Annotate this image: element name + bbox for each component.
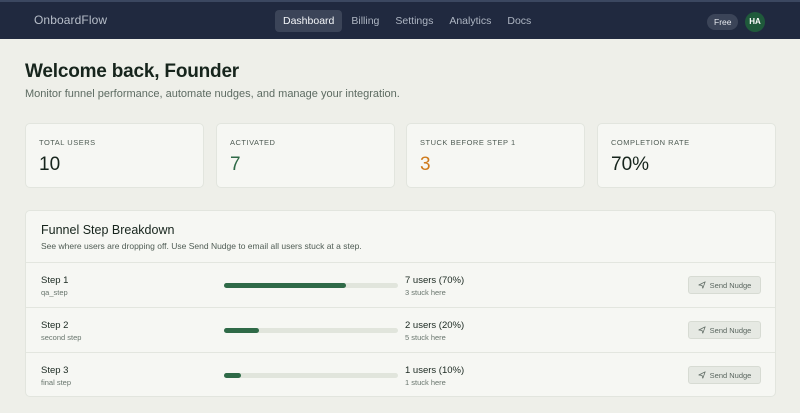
step-progress-fill — [224, 373, 242, 378]
send-nudge-label: Send Nudge — [709, 370, 752, 380]
stat-value: 7 — [230, 154, 241, 175]
stat-card-activated: ACTIVATED 7 — [216, 123, 395, 188]
step-stuck-count: 5 stuck here — [405, 333, 446, 342]
funnel-breakdown-title: Funnel Step Breakdown — [41, 223, 175, 237]
send-icon — [698, 326, 706, 334]
stat-value: 70% — [611, 154, 650, 175]
nav-analytics[interactable]: Analytics — [442, 10, 498, 32]
nav-settings[interactable]: Settings — [388, 10, 440, 32]
send-nudge-button[interactable]: Send Nudge — [688, 321, 761, 339]
stat-card-total-users: TOTAL USERS 10 — [25, 123, 204, 188]
stat-value: 10 — [39, 154, 61, 175]
step-name: Step 1 — [41, 275, 69, 286]
send-nudge-label: Send Nudge — [709, 280, 752, 290]
step-progress-track — [224, 328, 398, 333]
step-user-count: 1 users (10%) — [405, 365, 465, 376]
send-icon — [698, 371, 706, 379]
funnel-step-row: Step 1 qa_step 7 users (70%) 3 stuck her… — [26, 262, 775, 307]
step-progress-track — [224, 283, 398, 288]
step-progress-fill — [224, 328, 259, 333]
step-stuck-count: 3 stuck here — [405, 288, 446, 297]
step-stuck-count: 1 stuck here — [405, 378, 446, 387]
step-name: Step 3 — [41, 365, 69, 376]
step-key: qa_step — [41, 288, 68, 297]
plan-badge: Free — [707, 14, 739, 30]
nav-billing[interactable]: Billing — [344, 10, 386, 32]
main-nav: Dashboard Billing Settings Analytics Doc… — [275, 10, 540, 32]
funnel-breakdown-description: See where users are dropping off. Use Se… — [41, 241, 362, 251]
top-navigation-bar: OnboardFlow Dashboard Billing Settings A… — [0, 0, 800, 39]
send-nudge-label: Send Nudge — [709, 325, 752, 335]
page-title: Welcome back, Founder — [25, 61, 240, 82]
nav-dashboard[interactable]: Dashboard — [275, 10, 343, 32]
step-progress-track — [224, 373, 398, 378]
stat-label: STUCK BEFORE STEP 1 — [420, 138, 516, 147]
user-avatar[interactable]: HA — [745, 12, 765, 32]
funnel-breakdown-panel: Funnel Step Breakdown See where users ar… — [25, 210, 776, 397]
send-nudge-button[interactable]: Send Nudge — [688, 366, 761, 384]
step-key: final step — [41, 378, 72, 387]
stat-label: COMPLETION RATE — [611, 138, 690, 147]
page-subtitle: Monitor funnel performance, automate nud… — [25, 88, 400, 100]
nav-docs[interactable]: Docs — [500, 10, 538, 32]
step-name: Step 2 — [41, 320, 69, 331]
send-nudge-button[interactable]: Send Nudge — [688, 276, 761, 294]
stat-label: TOTAL USERS — [39, 138, 96, 147]
brand-logo[interactable]: OnboardFlow — [34, 13, 107, 27]
stat-label: ACTIVATED — [230, 138, 276, 147]
funnel-step-row: Step 2 second step 2 users (20%) 5 stuck… — [26, 307, 775, 352]
send-icon — [698, 281, 706, 289]
stat-value: 3 — [420, 154, 431, 175]
step-progress-fill — [224, 283, 346, 288]
stat-card-stuck-before-step-1: STUCK BEFORE STEP 1 3 — [406, 123, 585, 188]
funnel-step-row: Step 3 final step 1 users (10%) 1 stuck … — [26, 352, 775, 396]
step-key: second step — [41, 333, 82, 342]
stat-card-completion-rate: COMPLETION RATE 70% — [597, 123, 776, 188]
step-user-count: 2 users (20%) — [405, 320, 465, 331]
step-user-count: 7 users (70%) — [405, 275, 465, 286]
